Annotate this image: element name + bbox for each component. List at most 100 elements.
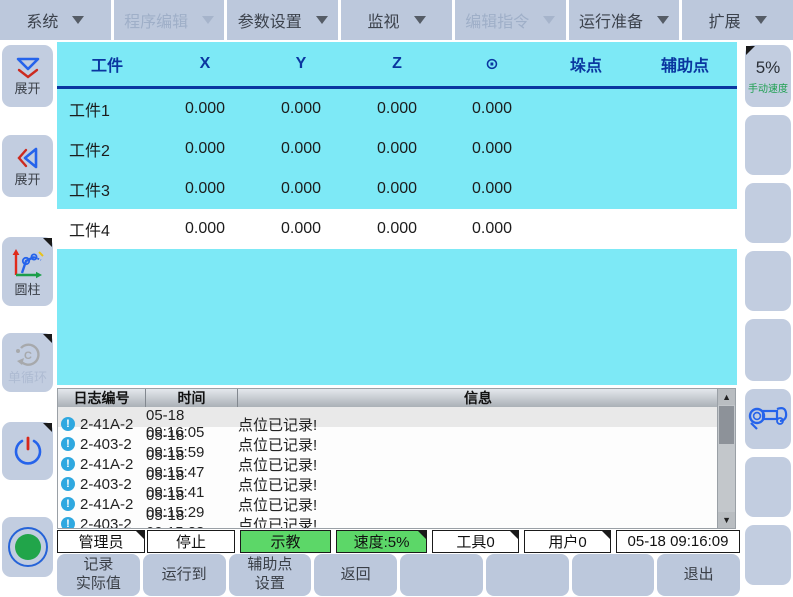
empty-side-button [745,251,791,311]
col-header-x: X [157,55,253,73]
expand-left-label: 展开 [14,173,40,187]
gripper-tool-button[interactable] [745,389,791,449]
function-key-bar: 记录 实际值 运行到 辅助点 设置 返回 退出 [57,554,740,596]
table-row[interactable]: 工件3 0.000 0.000 0.000 0.000 [57,169,737,209]
empty-function-button [400,554,483,596]
rotation-value: 0.000 [445,220,539,238]
log-panel: 日志编号 时间 信息 !2-41A-2 05-18 09:16:05 点位已记录… [57,388,736,529]
empty-side-button [745,183,791,243]
menu-item-label: 系统 [26,8,58,32]
table-row[interactable]: 工件2 0.000 0.000 0.000 0.000 [57,129,737,169]
log-code: 2-403-2 [80,436,132,453]
log-col-number: 日志编号 [58,389,146,407]
info-balloon-icon: ! [61,497,75,511]
chevron-down-icon [72,16,84,24]
log-time: 05-18 09:15:17 [146,527,238,528]
back-button[interactable]: 返回 [314,554,397,596]
log-col-time: 时间 [146,389,238,407]
record-actual-value-button[interactable]: 记录 实际值 [57,554,140,596]
status-tool[interactable]: 工具0 [432,530,519,553]
run-to-button[interactable]: 运行到 [143,554,226,596]
scrollbar-thumb[interactable] [719,406,734,444]
menu-item-label: 编辑指令 [465,8,529,32]
status-datetime: 05-18 09:16:09 [616,530,740,553]
menu-item-extension[interactable]: 扩展 [682,0,793,40]
corner-marker [746,46,755,55]
y-value: 0.000 [253,140,349,158]
log-row[interactable]: !2-41A-2 05-18 09:16:05 点位已记录! [58,407,717,427]
expand-left-button[interactable]: 展开 [2,135,53,197]
menu-item-label: 监视 [368,8,400,32]
table-row-selected[interactable]: 工件4 0.000 0.000 0.000 0.000 [57,209,737,249]
workpiece-table: 工件 X Y Z ⊙ 垛点 辅助点 工件1 0.000 0.000 0.000 … [57,42,737,385]
info-balloon-icon: ! [61,417,75,431]
manual-speed-button[interactable]: 5% 手动速度 [745,45,791,107]
log-message: 点位已记录! [238,454,717,475]
menu-item-system[interactable]: 系统 [0,0,111,40]
status-user[interactable]: 用户0 [524,530,611,553]
z-value: 0.000 [349,180,445,198]
single-cycle-label: 单循环 [8,371,47,385]
menu-item-program-edit: 程序编辑 [114,0,225,40]
col-header-workpiece: 工件 [57,52,157,76]
corner-marker [43,238,52,247]
status-role[interactable]: 管理员 [57,530,145,553]
workpiece-name: 工件2 [57,137,157,161]
scroll-down-arrow-icon[interactable]: ▼ [718,512,735,528]
double-chevron-left-icon [15,145,41,171]
menu-item-run-prepare[interactable]: 运行准备 [569,0,680,40]
corner-marker [602,531,610,539]
y-value: 0.000 [253,220,349,238]
empty-function-button [572,554,655,596]
robot-gripper-icon [747,401,789,437]
chevron-down-icon [657,16,669,24]
col-header-rotation: ⊙ [445,54,539,74]
aux-point-settings-button[interactable]: 辅助点 设置 [229,554,312,596]
menu-item-label: 扩展 [709,8,741,32]
manual-speed-value: 5% [756,58,781,78]
menu-item-edit-instruction: 编辑指令 [455,0,566,40]
menu-item-parameter-settings[interactable]: 参数设置 [227,0,338,40]
exit-button[interactable]: 退出 [657,554,740,596]
menu-item-label: 运行准备 [579,8,643,32]
expand-down-label: 展开 [14,82,40,96]
log-col-message: 信息 [238,389,717,407]
corner-marker [43,423,52,432]
col-header-stack-point: 垛点 [539,52,633,76]
log-header: 日志编号 时间 信息 [58,389,717,407]
rotation-value: 0.000 [445,180,539,198]
log-time: 05-18 09:15:23 [146,507,238,528]
empty-function-button [486,554,569,596]
empty-side-button [745,319,791,381]
z-value: 0.000 [349,220,445,238]
menu-item-label: 参数设置 [238,8,302,32]
expand-down-button[interactable]: 展开 [2,45,53,107]
log-scrollbar[interactable]: ▲ ▼ [717,389,735,528]
run-status-indicator [2,517,53,577]
z-value: 0.000 [349,140,445,158]
green-status-light-icon [8,527,48,567]
log-code: 2-41A-2 [80,416,133,433]
chevron-down-icon [414,16,426,24]
z-value: 0.000 [349,100,445,118]
scroll-up-arrow-icon[interactable]: ▲ [718,389,735,405]
x-value: 0.000 [157,180,253,198]
info-balloon-icon: ! [61,457,75,471]
info-balloon-icon: ! [61,437,75,451]
log-code: 2-41A-2 [80,456,133,473]
servo-power-button[interactable] [2,422,53,480]
y-value: 0.000 [253,100,349,118]
chevron-down-icon [543,16,555,24]
corner-marker [418,531,426,539]
menu-item-label: 程序编辑 [124,8,188,32]
coordinate-system-label: 圆柱 [14,283,40,297]
single-cycle-button: C 单循环 [2,333,53,392]
log-message: 点位已记录! [238,494,717,515]
menu-item-monitor[interactable]: 监视 [341,0,452,40]
single-cycle-icon: C [13,341,43,369]
log-message: 点位已记录! [238,414,717,435]
menubar: 系统 程序编辑 参数设置 监视 编辑指令 运行准备 扩展 [0,0,793,40]
status-speed[interactable]: 速度:5% [336,530,427,553]
table-row[interactable]: 工件1 0.000 0.000 0.000 0.000 [57,89,737,129]
coordinate-system-button[interactable]: 圆柱 [2,237,53,306]
